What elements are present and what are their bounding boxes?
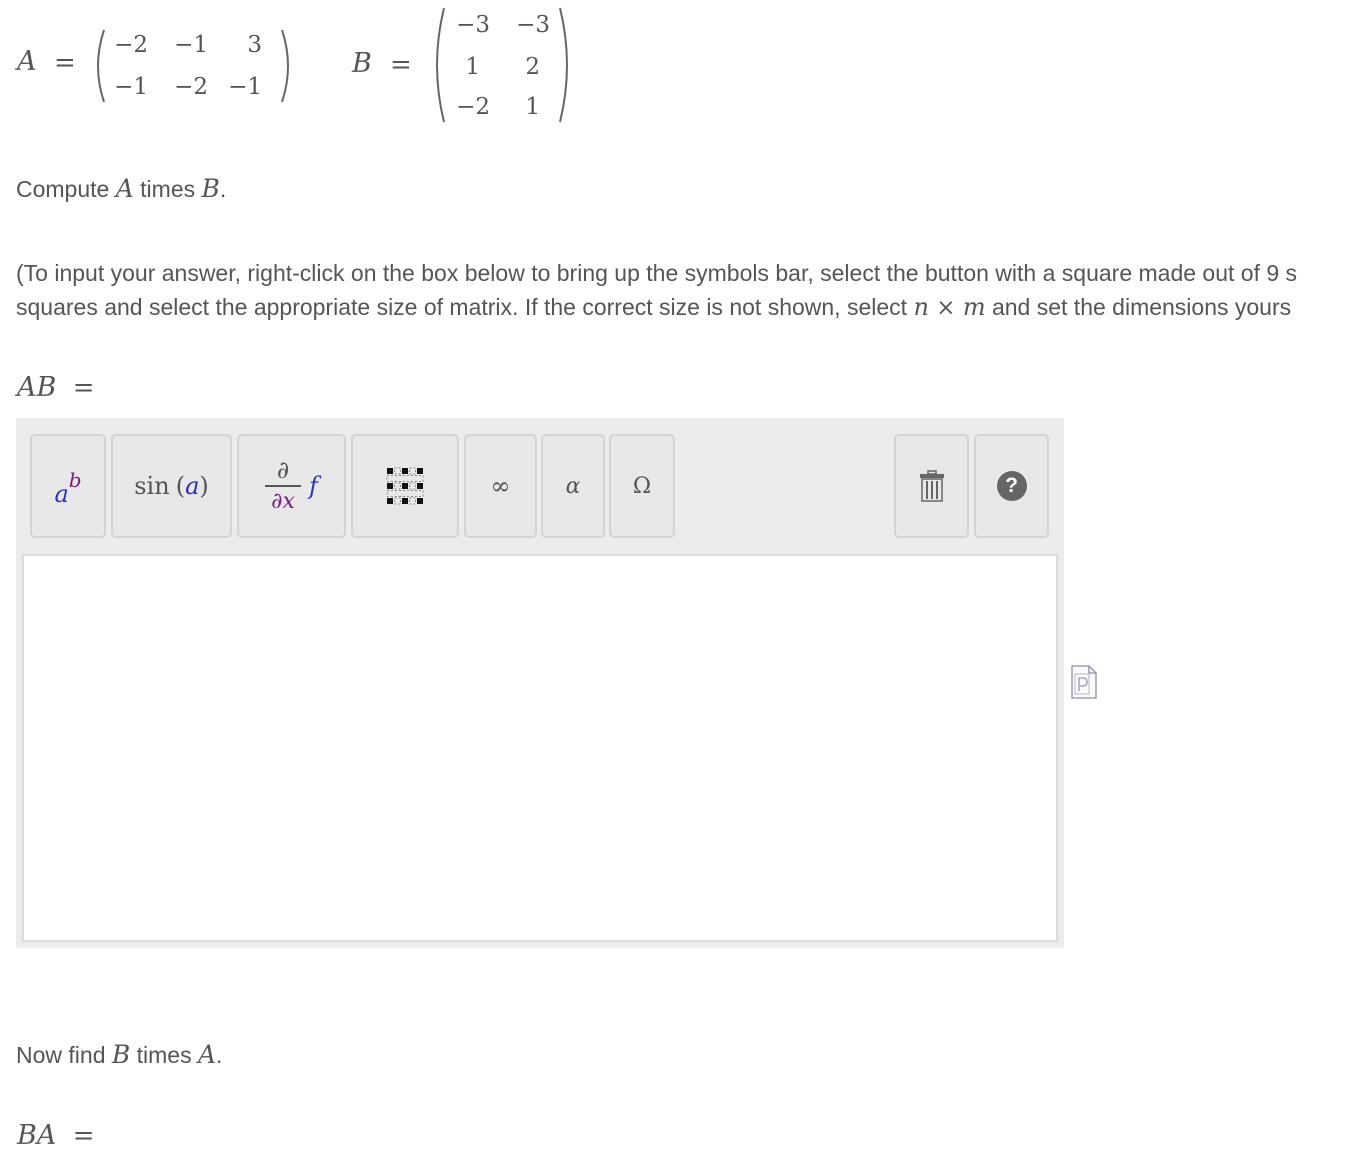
question-prompt-ba: Now find B times A. bbox=[16, 1040, 223, 1069]
trash-icon bbox=[919, 470, 944, 502]
matrix-b-cell: −2 bbox=[456, 94, 490, 120]
matrix-b-cell: 1 bbox=[465, 54, 480, 80]
matrix-b-cell: −3 bbox=[516, 12, 550, 38]
question-prompt-ab: Compute A times B. bbox=[16, 174, 227, 203]
matrix-b: −3 −3 1 2 −2 1 bbox=[430, 6, 574, 124]
matrix-b-label: B bbox=[352, 48, 372, 79]
function-button[interactable]: sin(a) bbox=[111, 434, 232, 538]
matrix-b-cell: 1 bbox=[525, 94, 540, 120]
answer-label-ba: BA = bbox=[17, 1120, 95, 1151]
instructions-line-2: squares and select the appropriate size … bbox=[16, 293, 1292, 321]
matrix-b-cell: −3 bbox=[456, 12, 490, 38]
matrix-a-label: A bbox=[17, 46, 37, 77]
math-editor: a b sin(a) ∂ ∂x f ∞ α Ω ? bbox=[16, 418, 1064, 948]
matrix-a-equals: = bbox=[54, 48, 76, 78]
matrix-b-cell: 2 bbox=[525, 54, 540, 80]
right-paren-icon bbox=[558, 6, 574, 124]
help-icon: ? bbox=[996, 471, 1027, 501]
right-paren-icon bbox=[280, 28, 296, 104]
derivative-button[interactable]: ∂ ∂x f bbox=[237, 434, 346, 538]
greek-alpha-button[interactable]: α bbox=[541, 434, 605, 538]
matrix-grid-icon bbox=[386, 467, 424, 505]
help-button[interactable]: ? bbox=[974, 434, 1049, 538]
power-button[interactable]: a b bbox=[30, 434, 106, 538]
matrix-a: −2 −1 3 −1 −2 −1 bbox=[90, 28, 296, 104]
matrix-a-cell: −2 bbox=[114, 32, 148, 58]
matrix-a-cell: −1 bbox=[174, 32, 208, 58]
instructions-line-1: (To input your answer, right-click on th… bbox=[16, 260, 1298, 286]
greek-omega-button[interactable]: Ω bbox=[609, 434, 675, 538]
clear-button[interactable] bbox=[894, 434, 969, 538]
matrix-a-cell: −1 bbox=[114, 74, 148, 100]
matrix-a-cell: −1 bbox=[228, 74, 262, 100]
matrix-button[interactable] bbox=[351, 434, 459, 538]
document-icon[interactable] bbox=[1071, 665, 1097, 704]
answer-label-ab: AB = bbox=[17, 372, 95, 403]
matrix-b-equals: = bbox=[390, 50, 412, 80]
matrix-a-cell: 3 bbox=[247, 32, 262, 58]
infinity-button[interactable]: ∞ bbox=[464, 434, 537, 538]
matrix-a-cell: −2 bbox=[174, 74, 208, 100]
answer-input-ab[interactable] bbox=[22, 554, 1058, 942]
